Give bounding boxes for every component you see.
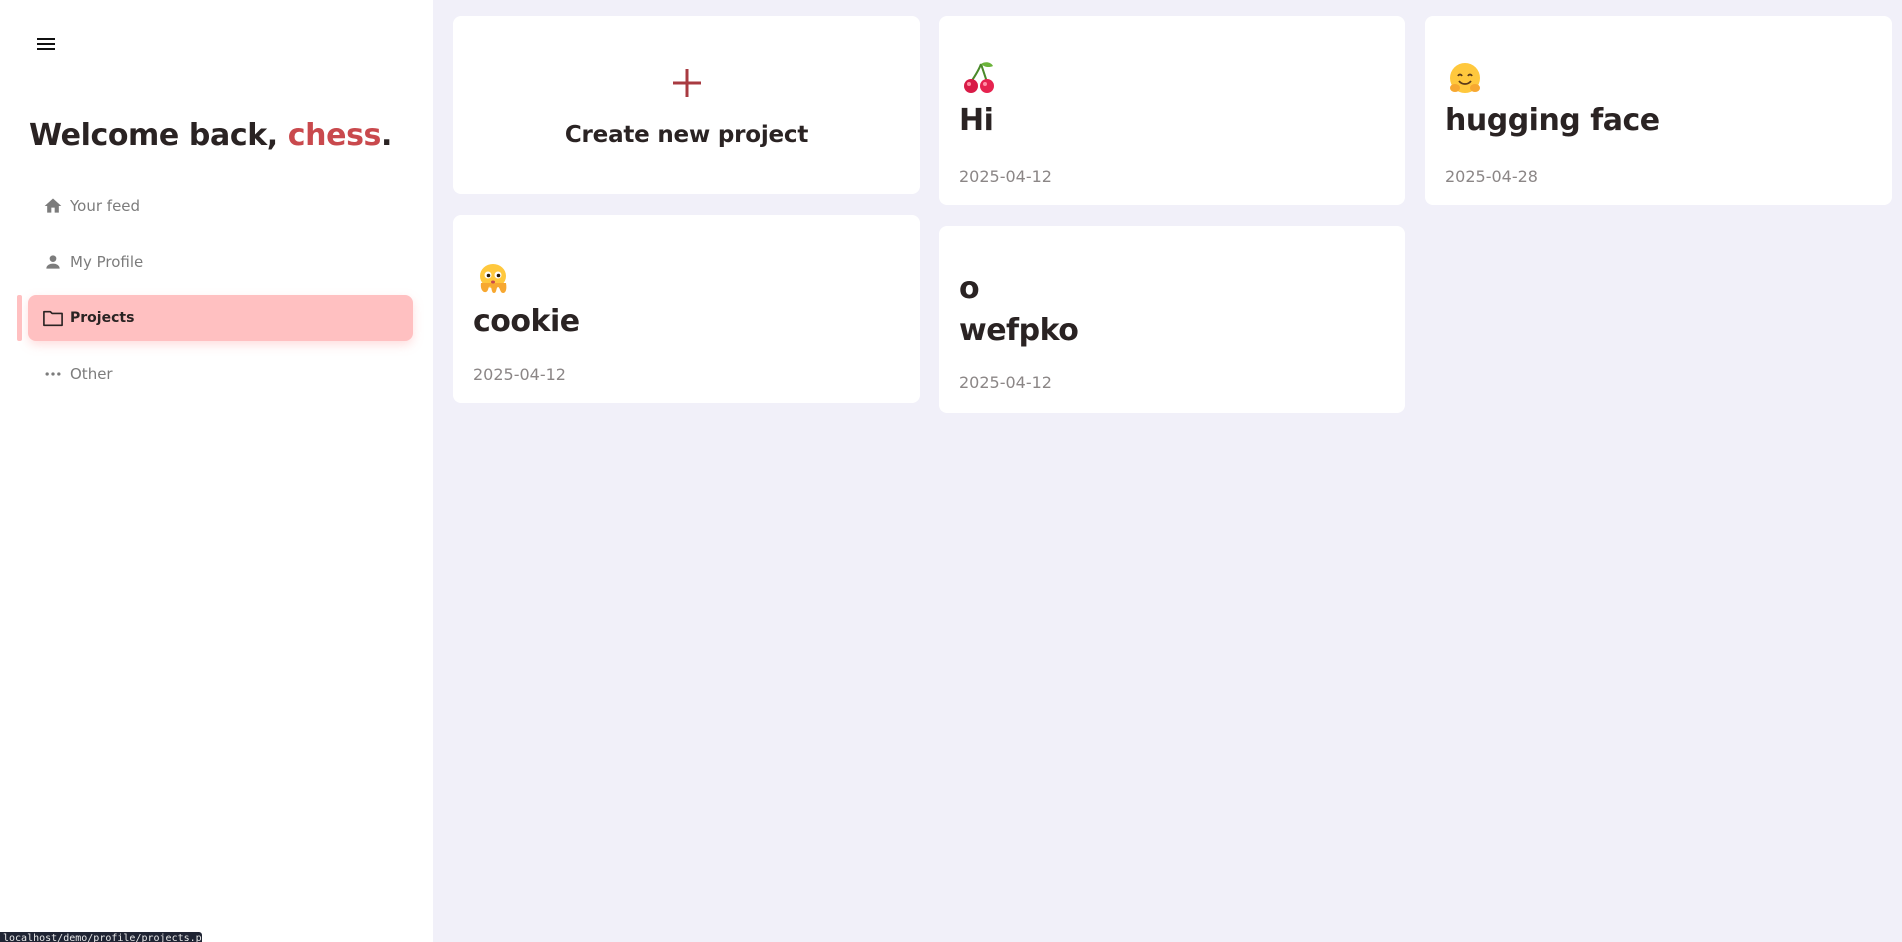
sidebar-item-my-profile[interactable]: My Profile xyxy=(28,239,413,285)
project-title: Hi xyxy=(959,103,994,138)
sidebar-item-label: Projects xyxy=(70,310,135,326)
sidebar: Welcome back, chess. Your feed My Profil… xyxy=(0,0,433,942)
sidebar-item-your-feed[interactable]: Your feed xyxy=(28,183,413,229)
sidebar-item-projects[interactable]: Projects xyxy=(17,295,413,341)
plus-icon xyxy=(671,56,703,108)
project-title: hugging face xyxy=(1445,103,1660,138)
sidebar-item-label: Other xyxy=(70,365,113,383)
home-icon xyxy=(42,195,64,217)
folder-icon xyxy=(42,307,64,329)
status-bar-url: localhost/demo/profile/projects.php xyxy=(0,932,202,942)
hugging-octopus-emoji-icon xyxy=(475,261,511,297)
project-title: cookie xyxy=(473,304,580,339)
hamburger-menu-icon[interactable] xyxy=(34,32,58,56)
username: chess xyxy=(287,118,382,153)
sidebar-item-other[interactable]: Other xyxy=(28,351,413,397)
project-card[interactable]: cookie 2025-04-12 xyxy=(453,215,920,403)
project-card[interactable]: o wefpko 2025-04-12 xyxy=(939,226,1405,413)
cherries-emoji-icon xyxy=(961,60,997,96)
more-dots-icon xyxy=(42,363,64,385)
sidebar-item-label: My Profile xyxy=(70,253,144,271)
hugging-face-emoji-icon xyxy=(1447,60,1483,96)
create-project-card[interactable]: Create new project xyxy=(453,16,920,194)
project-card[interactable]: hugging face 2025-04-28 xyxy=(1425,16,1892,205)
sidebar-item-label: Your feed xyxy=(70,197,141,215)
welcome-prefix: Welcome back, xyxy=(29,118,288,153)
project-date: 2025-04-12 xyxy=(473,365,566,384)
sidebar-nav: Your feed My Profile Projects Other xyxy=(17,183,413,407)
welcome-suffix: . xyxy=(381,118,392,153)
welcome-heading: Welcome back, chess. xyxy=(29,118,392,153)
person-icon xyxy=(42,251,64,273)
projects-grid: Create new project Hi 2025-04-12 hugging… xyxy=(433,0,1902,942)
project-date: 2025-04-12 xyxy=(959,167,1052,186)
project-date: 2025-04-12 xyxy=(959,373,1052,392)
project-title: o wefpko xyxy=(959,271,1079,348)
create-project-label: Create new project xyxy=(564,122,809,148)
project-date: 2025-04-28 xyxy=(1445,167,1538,186)
project-card[interactable]: Hi 2025-04-12 xyxy=(939,16,1405,205)
